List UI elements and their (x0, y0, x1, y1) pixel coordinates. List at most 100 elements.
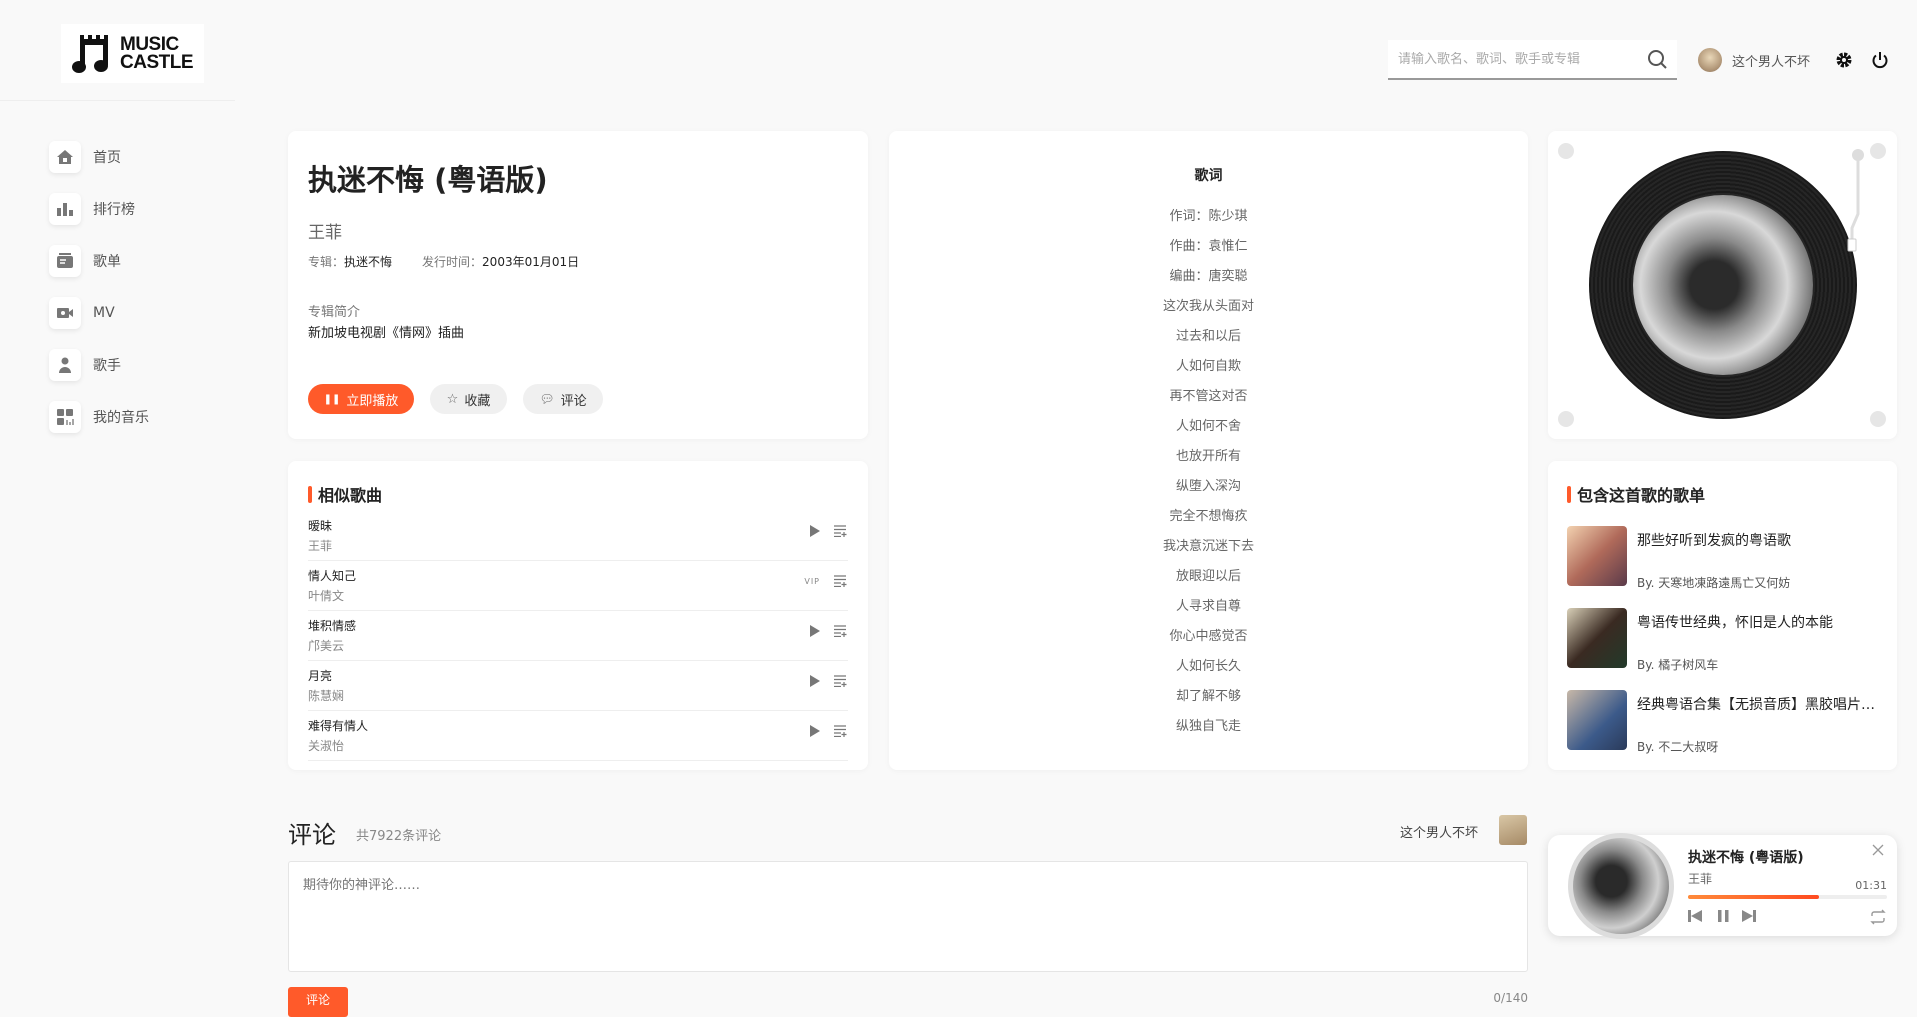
similar-song-name[interactable]: 暧昧 (308, 517, 332, 534)
similar-song-artist[interactable]: 关淑怡 (308, 737, 344, 754)
sidebar-item-label: 歌单 (93, 254, 121, 270)
sidebar-item-label: 我的音乐 (93, 410, 149, 426)
similar-song-name[interactable]: 情人知己 (308, 567, 356, 584)
screw-decoration (1870, 143, 1886, 159)
sidebar-item-label: 首页 (93, 150, 121, 166)
sidebar-item-3[interactable]: MV (49, 296, 115, 330)
similar-song-row[interactable]: 月亮 陈慧娴 (308, 661, 848, 711)
comments-count: 共7922条评论 (356, 829, 442, 844)
lyric-line: 完全不想悔疚 (1169, 509, 1248, 524)
similar-song-name[interactable]: 难得有情人 (308, 717, 368, 734)
repeat-icon[interactable] (1869, 909, 1887, 925)
album-name[interactable]: 执迷不悔 (344, 253, 392, 270)
play-icon[interactable] (810, 725, 820, 737)
add-to-list-icon[interactable] (834, 725, 848, 737)
sidebar-item-5[interactable]: 我的音乐 (49, 400, 149, 434)
screw-decoration (1558, 411, 1574, 427)
lyric-line: 人如何长久 (1175, 659, 1241, 674)
lyric-line: 也放开所有 (1175, 449, 1241, 464)
search-bar[interactable] (1388, 40, 1677, 80)
playlist-item[interactable]: 粤语传世经典，怀旧是人的本能 By. 橘子树风车 (1567, 608, 1877, 672)
album-cover (1633, 195, 1813, 375)
playlist-title[interactable]: 粤语传世经典，怀旧是人的本能 (1637, 612, 1877, 632)
similar-song-row[interactable]: 暧昧 王菲 (308, 511, 848, 561)
lyric-line: 人如何自欺 (1175, 359, 1241, 374)
logo-text: MUSIC CASTLE (120, 33, 194, 73)
playlist-thumbnail[interactable] (1567, 526, 1627, 586)
submit-comment-button[interactable]: 评论 (288, 987, 348, 1017)
playlist-title[interactable]: 那些好听到发疯的粤语歌 (1637, 530, 1877, 550)
playlist-title[interactable]: 经典粤语合集【无损音质】黑胶唱片… (1637, 694, 1877, 714)
grid-icon (57, 409, 74, 425)
pause-icon[interactable] (1718, 910, 1729, 922)
close-icon[interactable] (1871, 843, 1885, 857)
play-icon[interactable] (810, 625, 820, 637)
pause-icon: ❚❚ (323, 393, 341, 405)
sidebar-item-4[interactable]: 歌手 (49, 348, 121, 382)
song-artist[interactable]: 王菲 (308, 218, 342, 243)
lyric-line: 却了解不够 (1175, 689, 1241, 704)
progress-fill (1688, 895, 1820, 899)
similar-song-artist[interactable]: 邝美云 (308, 637, 344, 654)
lyric-line: 人寻求自尊 (1175, 599, 1241, 614)
comment-textarea[interactable] (288, 861, 1528, 972)
comment-icon: 💬︎ (539, 392, 555, 406)
song-info-card: 执迷不悔 (粤语版) 王菲 专辑： 执迷不悔 发行时间： 2003年01月01日 专… (288, 131, 868, 439)
video-icon (57, 308, 73, 318)
playlist-icon (57, 253, 73, 268)
player-title: 执迷不悔 (粤语版) (1688, 850, 1804, 866)
sidebar-item-2[interactable]: 歌单 (49, 244, 121, 278)
user-avatar[interactable] (1698, 48, 1722, 72)
playlist-thumbnail[interactable] (1567, 690, 1627, 750)
play-icon[interactable] (810, 525, 820, 537)
similar-song-row[interactable]: 堆积情感 邝美云 (308, 611, 848, 661)
add-to-list-icon[interactable] (834, 675, 848, 687)
play-icon[interactable] (810, 675, 820, 687)
lyric-line: 纵堕入深沟 (1175, 479, 1241, 494)
gear-icon[interactable] (1835, 51, 1853, 69)
intro-text: 新加坡电视剧《情网》插曲 (308, 326, 465, 341)
progress-bar[interactable] (1688, 895, 1887, 899)
add-to-list-icon[interactable] (834, 575, 848, 587)
playlist-item[interactable]: 那些好听到发疯的粤语歌 By. 天寒地凍路遠馬亡又何妨 (1567, 526, 1877, 590)
lyric-line: 过去和以后 (1175, 329, 1241, 344)
lyric-line: 作词：陈少琪 (1169, 209, 1248, 224)
song-title: 执迷不悔 (粤语版) (308, 163, 548, 197)
playlists-title: 包含这首歌的歌单 (1567, 482, 1705, 506)
similar-song-row[interactable]: 情人知己 叶倩文 VIP (308, 561, 848, 611)
castle-note-icon (72, 34, 108, 73)
collect-button[interactable]: ☆ 收藏 (430, 384, 507, 414)
search-icon[interactable] (1647, 49, 1667, 69)
player-artist: 王菲 (1688, 872, 1713, 886)
playlist-item[interactable]: 经典粤语合集【无损音质】黑胶唱片… By. 不二大叔呀 (1567, 690, 1877, 754)
similar-song-name[interactable]: 堆积情感 (308, 617, 356, 634)
add-to-list-icon[interactable] (834, 525, 848, 537)
play-now-button[interactable]: ❚❚ 立即播放 (308, 384, 414, 414)
similar-song-artist[interactable]: 王菲 (308, 537, 332, 554)
power-icon[interactable] (1871, 51, 1889, 69)
lyrics-card: 歌词 作词：陈少琪 作曲：袁惟仁 编曲：唐奕聪 这次我从头面对 过去和以后 人如何自欺 再不… (889, 131, 1528, 770)
sidebar-item-label: 歌手 (93, 358, 121, 374)
username[interactable]: 这个男人不坏 (1732, 51, 1810, 70)
sidebar-item-1[interactable]: 排行榜 (49, 192, 135, 226)
lyrics-title: 歌词 (1194, 168, 1223, 184)
similar-song-row[interactable]: 难得有情人 关淑怡 (308, 711, 848, 761)
album-line: 专辑： 执迷不悔 发行时间： 2003年01月01日 (308, 253, 579, 270)
previous-icon[interactable] (1688, 910, 1702, 922)
search-input[interactable] (1398, 51, 1647, 67)
comments-title: 评论 (288, 821, 336, 849)
similar-song-artist[interactable]: 陈慧娴 (308, 687, 344, 704)
similar-title: 相似歌曲 (308, 482, 382, 506)
intro-label: 专辑简介 (308, 305, 361, 320)
next-icon[interactable] (1742, 910, 1756, 922)
tonearm (1847, 149, 1864, 252)
playlist-thumbnail[interactable] (1567, 608, 1627, 668)
comment-button[interactable]: 💬︎ 评论 (523, 384, 603, 414)
logo[interactable]: MUSIC CASTLE (61, 24, 204, 83)
chart-icon (57, 203, 73, 216)
sidebar-item-0[interactable]: 首页 (49, 140, 121, 174)
add-to-list-icon[interactable] (834, 625, 848, 637)
similar-songs-card: 相似歌曲 暧昧 王菲 情人知己 叶倩文 VIP 堆积情感 邝美云 月亮 陈慧娴 难得有情人 关淑怡 (288, 461, 868, 770)
similar-song-artist[interactable]: 叶倩文 (308, 587, 344, 604)
similar-song-name[interactable]: 月亮 (308, 667, 332, 684)
